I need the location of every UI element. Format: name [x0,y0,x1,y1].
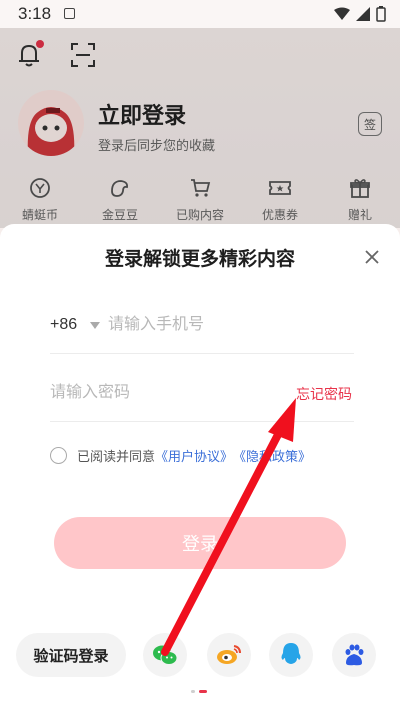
page-indicator [191,690,207,693]
phone-input[interactable] [108,310,348,340]
login-sheet: 登录解锁更多精彩内容 +86 忘记密码 已阅读并同意 《用户协议》 《隐私政策》… [0,224,400,712]
chevron-down-icon[interactable] [90,322,100,329]
status-time: 3:18 [18,4,52,23]
wechat-icon [153,645,178,665]
close-button[interactable] [362,247,382,267]
baidu-icon [345,644,364,666]
password-row: 忘记密码 [50,378,354,422]
close-icon [365,250,379,264]
country-code-selector[interactable]: +86 [50,316,77,334]
agreement-row: 已阅读并同意 《用户协议》 《隐私政策》 [50,445,370,465]
weibo-icon [217,645,241,664]
baidu-login-button[interactable] [332,633,376,677]
notification-indicator-icon [64,8,75,19]
qq-icon [281,643,301,664]
phone-row: +86 [50,310,354,354]
status-bar: 3:18 [0,0,400,28]
agreement-checkbox[interactable] [50,446,67,464]
page-dot [191,690,195,693]
sms-login-button[interactable]: 验证码登录 [16,633,126,677]
wechat-login-button[interactable] [143,633,187,677]
qq-login-button[interactable] [269,633,313,677]
forgot-password-link[interactable]: 忘记密码 [296,384,352,404]
status-icons [334,6,386,22]
sheet-title: 登录解锁更多精彩内容 [104,249,295,270]
privacy-policy-link[interactable]: 《隐私政策》 [233,446,311,465]
page-dot-active [199,690,207,693]
user-agreement-link[interactable]: 《用户协议》 [155,446,233,465]
signal-icon [356,7,370,21]
wifi-icon [334,7,350,20]
agreement-text: 已阅读并同意 [77,448,156,464]
weibo-login-button[interactable] [207,633,251,677]
password-input[interactable] [50,378,270,408]
dim-overlay[interactable] [0,28,400,228]
login-button[interactable]: 登录 [54,517,346,569]
battery-icon [376,6,386,22]
